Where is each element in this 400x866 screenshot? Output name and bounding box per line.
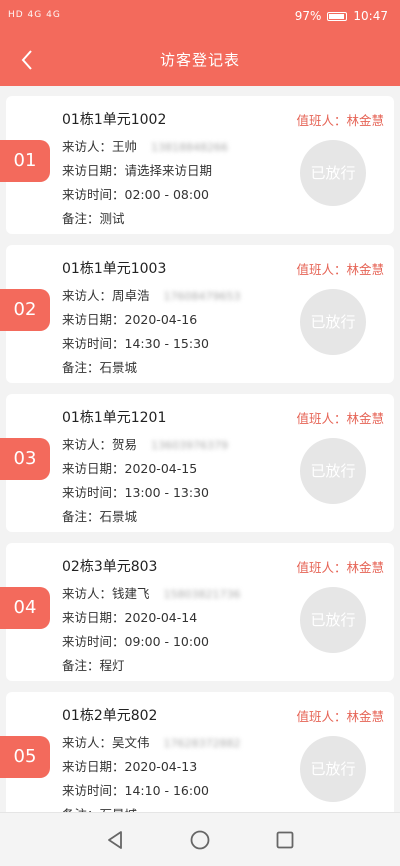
visitor-row: 来访人：贺易 13603976379 — [62, 434, 228, 453]
visitor-row: 来访人：周卓浩 17608479653 — [62, 285, 241, 304]
status-right: 97% 10:47 — [295, 9, 388, 23]
duty-person: 值班人：林金慧 — [296, 411, 384, 426]
record-index: 02 — [0, 289, 50, 331]
page-title: 访客登记表 — [159, 51, 240, 69]
status-stamp: 已放行 — [300, 289, 366, 355]
record-room: 02栋3单元803 — [62, 559, 158, 575]
visitor-phone: 17628372882 — [163, 737, 241, 750]
record-card[interactable]: 01 01栋1单元1002 值班人：林金慧 来访人：王帅 13818848266 … — [0, 96, 394, 234]
signal-indicators: HD 4G 4G — [8, 10, 61, 20]
battery-percent: 97% — [294, 9, 322, 23]
triangle-back-icon[interactable] — [102, 827, 128, 853]
record-card[interactable]: 05 01栋2单元802 值班人：林金慧 来访人：吴文伟 17628372882 … — [0, 692, 394, 812]
record-room: 01栋1单元1003 — [62, 261, 167, 277]
visitor-name: 来访人：贺易 — [62, 437, 138, 452]
status-bar: HD 4G 4G 97% 10:47 — [0, 0, 400, 34]
visit-note: 备注：石景城 — [62, 804, 137, 812]
square-recent-icon[interactable] — [272, 827, 298, 853]
visit-time: 来访时间：02:00 - 08:00 — [62, 187, 210, 202]
record-index: 05 — [0, 736, 50, 778]
record-card[interactable]: 04 02栋3单元803 值班人：林金慧 来访人：钱建飞 15803821736 … — [0, 543, 394, 681]
record-card[interactable]: 03 01栋1单元1201 值班人：林金慧 来访人：贺易 13603976379 … — [0, 394, 394, 532]
record-card[interactable]: 02 01栋1单元1003 值班人：林金慧 来访人：周卓浩 17608479653… — [0, 245, 394, 383]
visitor-phone: 17608479653 — [163, 290, 241, 303]
visitor-row: 来访人：王帅 13818848266 — [62, 136, 228, 155]
visitor-phone: 13603976379 — [151, 439, 228, 452]
visitor-name: 来访人：周卓浩 — [62, 288, 150, 303]
visit-date: 来访日期：请选择来访日期 — [62, 163, 213, 178]
record-index: 01 — [0, 140, 50, 182]
status-stamp: 已放行 — [300, 587, 366, 653]
battery-icon — [327, 11, 348, 21]
visit-note: 备注：石景城 — [62, 509, 138, 524]
record-index: 03 — [0, 438, 50, 480]
visit-time: 来访时间：09:00 - 10:00 — [62, 634, 210, 649]
duty-person: 值班人：林金慧 — [296, 262, 384, 277]
visitor-name: 来访人：吴文伟 — [62, 735, 150, 750]
record-index: 04 — [0, 587, 50, 629]
visitor-name: 来访人：钱建飞 — [62, 586, 150, 601]
visitor-name: 来访人：王帅 — [62, 139, 138, 154]
visit-time: 来访时间：14:10 - 16:00 — [62, 783, 210, 798]
visit-date: 来访日期：2020-04-16 — [62, 312, 198, 327]
record-room: 01栋1单元1201 — [62, 410, 167, 426]
duty-person: 值班人：林金慧 — [296, 113, 384, 128]
duty-person: 值班人：林金慧 — [296, 709, 384, 724]
visit-time: 来访时间：13:00 - 13:30 — [62, 485, 210, 500]
visitor-row: 来访人：吴文伟 17628372882 — [62, 732, 241, 751]
status-stamp: 已放行 — [300, 438, 366, 504]
visitor-row: 来访人：钱建飞 15803821736 — [62, 583, 241, 602]
visit-date: 来访日期：2020-04-15 — [62, 461, 198, 476]
visit-date: 来访日期：2020-04-14 — [62, 610, 198, 625]
visitor-record-list[interactable]: 01 01栋1单元1002 值班人：林金慧 来访人：王帅 13818848266 … — [0, 86, 400, 812]
visitor-phone: 15803821736 — [163, 588, 241, 601]
circle-home-icon[interactable] — [187, 827, 213, 853]
visit-note: 备注：测试 — [62, 211, 125, 226]
duty-person: 值班人：林金慧 — [296, 560, 384, 575]
visit-note: 备注：程灯 — [62, 658, 125, 673]
status-stamp: 已放行 — [300, 736, 366, 802]
visit-date: 来访日期：2020-04-13 — [62, 759, 198, 774]
record-room: 01栋2单元802 — [62, 708, 158, 724]
clock: 10:47 — [353, 9, 388, 23]
visit-time: 来访时间：14:30 - 15:30 — [62, 336, 210, 351]
visitor-phone: 13818848266 — [151, 141, 228, 154]
record-room: 01栋1单元1002 — [62, 112, 167, 128]
system-nav-bar — [0, 812, 400, 866]
visit-note: 备注：石景城 — [62, 360, 138, 375]
status-stamp: 已放行 — [300, 140, 366, 206]
app-header: 访客登记表 — [0, 34, 400, 86]
